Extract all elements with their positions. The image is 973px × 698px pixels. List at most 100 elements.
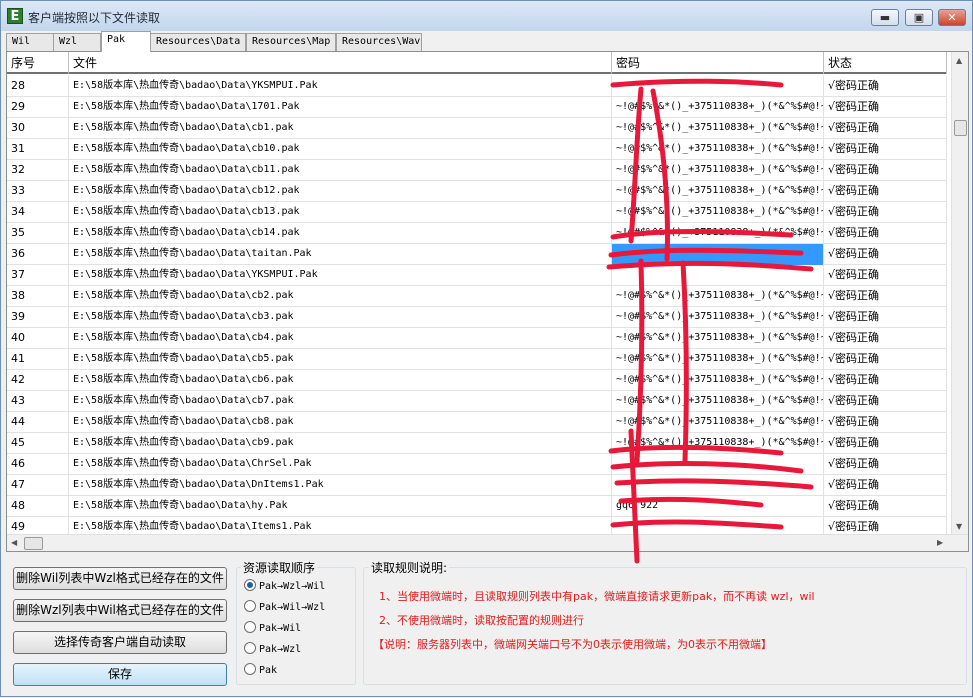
radio-button-icon[interactable]	[244, 579, 256, 591]
cell-no[interactable]: 29	[7, 97, 69, 118]
table-row[interactable]: 48 E:\58版本库\热血传奇\badao\Data\hy.Pak gq6 922…	[7, 496, 947, 517]
cell-file[interactable]: E:\58版本库\热血传奇\badao\Data\ChrSel.Pak	[69, 454, 612, 475]
cell-no[interactable]: 43	[7, 391, 69, 412]
tab-resources-wav[interactable]: Resources\Wav	[336, 33, 422, 51]
table-row[interactable]: 31 E:\58版本库\热血传奇\badao\Data\cb10.pak ~!@#$…	[7, 139, 947, 160]
cell-file[interactable]: E:\58版本库\热血传奇\badao\Data\YKSMPUI.Pak	[69, 76, 612, 97]
cell-file[interactable]: E:\58版本库\热血传奇\badao\Data\cb12.pak	[69, 181, 612, 202]
cell-password[interactable]: ~!@#$%^&*()_+375110838+_)(*&^%$#@!~	[612, 349, 824, 370]
table-row[interactable]: 45 E:\58版本库\热血传奇\badao\Data\cb9.pak ~!@#$%…	[7, 433, 947, 454]
table-row[interactable]: 33 E:\58版本库\热血传奇\badao\Data\cb12.pak ~!@#$…	[7, 181, 947, 202]
cell-password[interactable]: ~!@#$%^&*()_+375110838+_)(*&^%$#@!~	[612, 97, 824, 118]
cell-password[interactable]: ~!@#$%^&*()_+375110838+_)(*&^%$#@!~	[612, 202, 824, 223]
cell-file[interactable]: E:\58版本库\热血传奇\badao\Data\DnItems1.Pak	[69, 475, 612, 496]
table-row[interactable]: 29 E:\58版本库\热血传奇\badao\Data\1701.Pak ~!@#$…	[7, 97, 947, 118]
tab-wil[interactable]: Wil	[6, 33, 54, 51]
table-row[interactable]: 28 E:\58版本库\热血传奇\badao\Data\YKSMPUI.Pak √密…	[7, 76, 947, 97]
cell-file[interactable]: E:\58版本库\热血传奇\badao\Data\1701.Pak	[69, 97, 612, 118]
cell-status[interactable]: √密码正确	[824, 286, 947, 307]
save-button[interactable]: 保存	[13, 663, 227, 686]
cell-status[interactable]: √密码正确	[824, 181, 947, 202]
cell-status[interactable]: √密码正确	[824, 244, 947, 265]
close-button[interactable]: ✕	[938, 9, 966, 26]
scroll-up-icon[interactable]: ▲	[956, 56, 962, 65]
cell-no[interactable]: 31	[7, 139, 69, 160]
scroll-down-icon[interactable]: ▼	[956, 522, 962, 531]
table-row[interactable]: 40 E:\58版本库\热血传奇\badao\Data\cb4.pak ~!@#$%…	[7, 328, 947, 349]
cell-password[interactable]	[612, 265, 824, 286]
table-row[interactable]: 30 E:\58版本库\热血传奇\badao\Data\cb1.pak ~!@#$%…	[7, 118, 947, 139]
cell-status[interactable]: √密码正确	[824, 97, 947, 118]
cell-no[interactable]: 32	[7, 160, 69, 181]
cell-no[interactable]: 46	[7, 454, 69, 475]
read-order-option[interactable]: Pak→Wzl→Wil	[244, 579, 325, 595]
cell-status[interactable]: √密码正确	[824, 223, 947, 244]
cell-password[interactable]: ~!@#$%^&*()_+375110838+_)(*&^%$#@!~	[612, 223, 824, 244]
cell-file[interactable]: E:\58版本库\热血传奇\badao\Data\taitan.Pak	[69, 244, 612, 265]
cell-status[interactable]: √密码正确	[824, 475, 947, 496]
table-row[interactable]: 42 E:\58版本库\热血传奇\badao\Data\cb6.pak ~!@#$%…	[7, 370, 947, 391]
column-header-password[interactable]: 密码	[612, 52, 824, 74]
scroll-right-icon[interactable]: ▶	[937, 538, 943, 547]
cell-no[interactable]: 40	[7, 328, 69, 349]
cell-file[interactable]: E:\58版本库\热血传奇\badao\Data\cb5.pak	[69, 349, 612, 370]
cell-no[interactable]: 48	[7, 496, 69, 517]
radio-button-icon[interactable]	[244, 621, 256, 633]
delete-wil-duplicates-button[interactable]: 删除Wil列表中Wzl格式已经存在的文件	[13, 567, 227, 590]
cell-password[interactable]: ~!@#$%^&*()_+375110838+_)(*&^%$#@!~	[612, 391, 824, 412]
cell-status[interactable]: √密码正确	[824, 265, 947, 286]
cell-no[interactable]: 45	[7, 433, 69, 454]
table-row[interactable]: 38 E:\58版本库\热血传奇\badao\Data\cb2.pak ~!@#$%…	[7, 286, 947, 307]
cell-no[interactable]: 47	[7, 475, 69, 496]
radio-button-icon[interactable]	[244, 663, 256, 675]
cell-password[interactable]: ~!@#$%^&*()_+375110838+_)(*&^%$#@!~	[612, 160, 824, 181]
cell-password[interactable]: ~!@#$%^&*()_+375110838+_)(*&^%$#@!~	[612, 307, 824, 328]
cell-no[interactable]: 36	[7, 244, 69, 265]
cell-status[interactable]: √密码正确	[824, 496, 947, 517]
cell-password[interactable]	[612, 454, 824, 475]
auto-read-client-button[interactable]: 选择传奇客户端自动读取	[13, 631, 227, 654]
cell-file[interactable]: E:\58版本库\热血传奇\badao\Data\cb1.pak	[69, 118, 612, 139]
radio-button-icon[interactable]	[244, 600, 256, 612]
cell-status[interactable]: √密码正确	[824, 76, 947, 97]
cell-file[interactable]: E:\58版本库\热血传奇\badao\Data\cb7.pak	[69, 391, 612, 412]
cell-file[interactable]: E:\58版本库\热血传奇\badao\Data\cb13.pak	[69, 202, 612, 223]
table-row[interactable]: 46 E:\58版本库\热血传奇\badao\Data\ChrSel.Pak √密码…	[7, 454, 947, 475]
cell-password[interactable]: ~!@#$%^&*()_+375110838+_)(*&^%$#@!~	[612, 412, 824, 433]
horizontal-scroll-thumb[interactable]	[24, 537, 43, 550]
table-row[interactable]: 34 E:\58版本库\热血传奇\badao\Data\cb13.pak ~!@#$…	[7, 202, 947, 223]
cell-no[interactable]: 37	[7, 265, 69, 286]
read-order-option[interactable]: Pak→Wil	[244, 621, 301, 637]
cell-status[interactable]: √密码正确	[824, 433, 947, 454]
cell-no[interactable]: 42	[7, 370, 69, 391]
cell-status[interactable]: √密码正确	[824, 391, 947, 412]
tab-wzl[interactable]: Wzl	[53, 33, 101, 51]
horizontal-scrollbar[interactable]: ◀ ▶	[7, 534, 968, 551]
cell-no[interactable]: 39	[7, 307, 69, 328]
cell-password[interactable]: gq6 922	[612, 496, 824, 517]
table-row[interactable]: 39 E:\58版本库\热血传奇\badao\Data\cb3.pak ~!@#$%…	[7, 307, 947, 328]
title-bar[interactable]: E 客户端按照以下文件读取 ▬ ▣ ✕	[1, 1, 972, 31]
column-header-file[interactable]: 文件	[69, 52, 612, 74]
cell-status[interactable]: √密码正确	[824, 202, 947, 223]
cell-file[interactable]: E:\58版本库\热血传奇\badao\Data\YKSMPUI.Pak	[69, 265, 612, 286]
cell-file[interactable]: E:\58版本库\热血传奇\badao\Data\cb2.pak	[69, 286, 612, 307]
cell-no[interactable]: 38	[7, 286, 69, 307]
table-row[interactable]: 47 E:\58版本库\热血传奇\badao\Data\DnItems1.Pak √…	[7, 475, 947, 496]
cell-no[interactable]: 33	[7, 181, 69, 202]
cell-password[interactable]: ~!@#$%^&*()_+375110838+_)(*&^%$#@!~	[612, 118, 824, 139]
read-order-option[interactable]: Pak	[244, 663, 277, 679]
cell-password[interactable]: ~!@#$%^&*()_+375110838+_)(*&^%$#@!~	[612, 181, 824, 202]
cell-file[interactable]: E:\58版本库\热血传奇\badao\Data\cb6.pak	[69, 370, 612, 391]
cell-file[interactable]: E:\58版本库\热血传奇\badao\Data\cb4.pak	[69, 328, 612, 349]
cell-status[interactable]: √密码正确	[824, 454, 947, 475]
delete-wzl-duplicates-button[interactable]: 删除Wzl列表中Wil格式已经存在的文件	[13, 599, 227, 622]
cell-password[interactable]: ~!@#$%^&*()_+375110838+_)(*&^%$#@!~	[612, 433, 824, 454]
cell-status[interactable]: √密码正确	[824, 307, 947, 328]
cell-status[interactable]: √密码正确	[824, 139, 947, 160]
cell-status[interactable]: √密码正确	[824, 412, 947, 433]
cell-no[interactable]: 28	[7, 76, 69, 97]
cell-status[interactable]: √密码正确	[824, 370, 947, 391]
cell-file[interactable]: E:\58版本库\热血传奇\badao\Data\cb9.pak	[69, 433, 612, 454]
table-row[interactable]: 37 E:\58版本库\热血传奇\badao\Data\YKSMPUI.Pak √密…	[7, 265, 947, 286]
